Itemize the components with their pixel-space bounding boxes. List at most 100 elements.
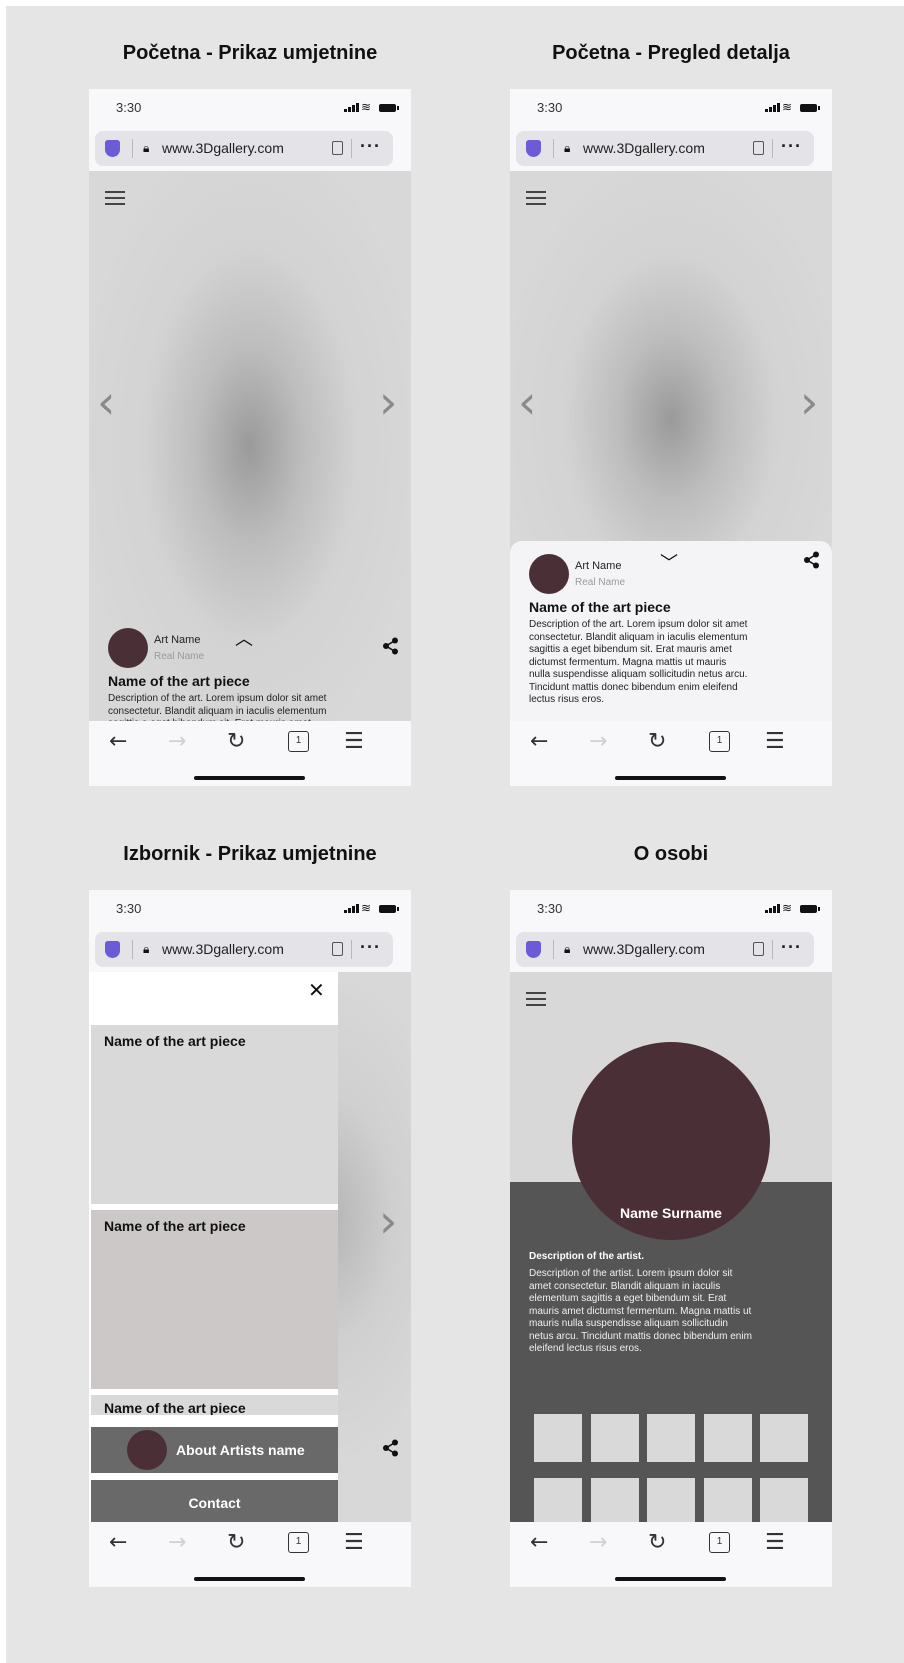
share-icon[interactable] <box>382 637 400 655</box>
artist-avatar <box>127 1430 167 1470</box>
more-options-icon[interactable]: ··· <box>360 937 381 958</box>
phone-home-details: 3:30 ≋ 🔒︎ www.3Dgallery.com ··· ‹ › Art … <box>510 89 832 786</box>
tabs-icon[interactable]: 1 <box>709 731 730 752</box>
shield-icon[interactable] <box>526 941 541 958</box>
address-bar[interactable]: 🔒︎ www.3Dgallery.com ··· <box>95 131 393 166</box>
menu-art-card[interactable]: Name of the art piece <box>91 1025 338 1204</box>
chevron-right-icon[interactable]: › <box>379 1198 397 1244</box>
status-time: 3:30 <box>537 100 563 115</box>
battery-icon <box>379 104 399 112</box>
tabs-icon[interactable]: 1 <box>709 1532 730 1553</box>
phone-menu-art: 3:30 ≋ 🔒︎ www.3Dgallery.com ··· › ✕ Name… <box>89 890 411 1587</box>
more-options-icon[interactable]: ··· <box>781 937 802 958</box>
back-icon[interactable]: ← <box>530 729 548 754</box>
browser-toolbar: ← → ↻ 1 ☰ <box>89 721 411 786</box>
menu-art-card-label: Name of the art piece <box>104 1400 246 1415</box>
hamburger-menu-icon[interactable] <box>526 191 546 206</box>
art-name: Art Name <box>154 634 201 646</box>
menu-art-card[interactable]: Name of the art piece <box>91 1395 338 1415</box>
more-options-icon[interactable]: ··· <box>360 136 381 157</box>
chevron-up-icon[interactable]: ︿ <box>235 625 253 651</box>
signal-icon <box>765 103 780 112</box>
back-icon[interactable]: ← <box>530 1530 548 1555</box>
more-options-icon[interactable]: ··· <box>781 136 802 157</box>
design-canvas: Početna - Prikaz umjetnine 3:30 ≋ 🔒︎ www… <box>6 6 904 1663</box>
side-menu: ✕ Name of the art piece Name of the art … <box>89 972 338 1522</box>
menu-art-card[interactable]: Name of the art piece <box>91 1210 338 1389</box>
browser-menu-icon[interactable]: ☰ <box>765 1530 785 1555</box>
gallery-thumbnail[interactable] <box>647 1414 695 1462</box>
browser-menu-icon[interactable]: ☰ <box>344 1530 364 1555</box>
frame-title-home-details: Početna - Pregled detalja <box>552 42 790 64</box>
lock-icon: 🔒︎ <box>143 141 150 155</box>
chevron-left-icon[interactable]: ‹ <box>97 379 115 425</box>
gallery-thumbnail[interactable] <box>534 1478 582 1522</box>
forward-icon[interactable]: → <box>168 729 186 754</box>
gallery-thumbnail[interactable] <box>760 1478 808 1522</box>
browser-menu-icon[interactable]: ☰ <box>344 729 364 754</box>
home-indicator <box>194 776 305 780</box>
address-bar[interactable]: 🔒︎ www.3Dgallery.com ··· <box>516 131 814 166</box>
tabs-icon[interactable]: 1 <box>288 731 309 752</box>
forward-icon[interactable]: → <box>168 1530 186 1555</box>
reader-mode-icon[interactable] <box>753 942 764 956</box>
divider <box>132 940 133 959</box>
shield-icon[interactable] <box>105 140 120 157</box>
browser-toolbar: ← → ↻ 1 ☰ <box>510 721 832 786</box>
forward-icon[interactable]: → <box>589 729 607 754</box>
chevron-right-icon[interactable]: › <box>800 379 818 425</box>
url-text[interactable]: www.3Dgallery.com <box>162 140 284 156</box>
back-icon[interactable]: ← <box>109 1530 127 1555</box>
url-text[interactable]: www.3Dgallery.com <box>162 941 284 957</box>
artwork-view: › ✕ Name of the art piece Name of the ar… <box>89 972 411 1522</box>
gallery-thumbnail[interactable] <box>760 1414 808 1462</box>
share-icon[interactable] <box>803 551 821 569</box>
reader-mode-icon[interactable] <box>332 942 343 956</box>
reader-mode-icon[interactable] <box>753 141 764 155</box>
artist-avatar[interactable] <box>529 554 569 594</box>
lock-icon: 🔒︎ <box>564 942 571 956</box>
artist-avatar[interactable] <box>108 628 148 668</box>
about-artist-button[interactable]: About Artists name <box>91 1427 338 1473</box>
url-text[interactable]: www.3Dgallery.com <box>583 140 705 156</box>
reload-icon[interactable]: ↻ <box>227 1530 245 1555</box>
browser-menu-icon[interactable]: ☰ <box>765 729 785 754</box>
wifi-icon: ≋ <box>361 901 372 915</box>
tabs-icon[interactable]: 1 <box>288 1532 309 1553</box>
forward-icon[interactable]: → <box>589 1530 607 1555</box>
gallery-thumbnail[interactable] <box>591 1478 639 1522</box>
divider <box>772 139 773 158</box>
gallery-thumbnail[interactable] <box>534 1414 582 1462</box>
share-icon[interactable] <box>382 1439 400 1457</box>
chevron-right-icon[interactable]: › <box>379 379 397 425</box>
gallery-thumbnail[interactable] <box>647 1478 695 1522</box>
hamburger-menu-icon[interactable] <box>105 191 125 206</box>
chevron-down-icon[interactable]: ﹀ <box>660 549 678 575</box>
wifi-icon: ≋ <box>361 100 372 114</box>
menu-art-card-label: Name of the art piece <box>104 1218 246 1234</box>
reader-mode-icon[interactable] <box>332 141 343 155</box>
shield-icon[interactable] <box>105 941 120 958</box>
gallery-thumbnail[interactable] <box>704 1414 752 1462</box>
battery-icon <box>800 905 820 913</box>
frame-title-home-art: Početna - Prikaz umjetnine <box>122 42 378 64</box>
address-bar[interactable]: 🔒︎ www.3Dgallery.com ··· <box>516 932 814 967</box>
home-indicator <box>194 1577 305 1581</box>
reload-icon[interactable]: ↻ <box>227 729 245 754</box>
divider <box>553 139 554 158</box>
shield-icon[interactable] <box>526 140 541 157</box>
url-text[interactable]: www.3Dgallery.com <box>583 941 705 957</box>
close-icon[interactable]: ✕ <box>308 978 325 1002</box>
address-bar[interactable]: 🔒︎ www.3Dgallery.com ··· <box>95 932 393 967</box>
home-indicator <box>615 1577 726 1581</box>
artwork-view: ‹ › Art Name Real Name ﹀ Name of the art… <box>510 171 832 721</box>
contact-button[interactable]: Contact <box>91 1480 338 1522</box>
hamburger-menu-icon[interactable] <box>526 992 546 1007</box>
gallery-thumbnail[interactable] <box>591 1414 639 1462</box>
artist-description: Description of the artist. Lorem ipsum d… <box>529 1268 752 1354</box>
gallery-thumbnail[interactable] <box>704 1478 752 1522</box>
chevron-left-icon[interactable]: ‹ <box>518 379 536 425</box>
reload-icon[interactable]: ↻ <box>648 1530 666 1555</box>
reload-icon[interactable]: ↻ <box>648 729 666 754</box>
back-icon[interactable]: ← <box>109 729 127 754</box>
